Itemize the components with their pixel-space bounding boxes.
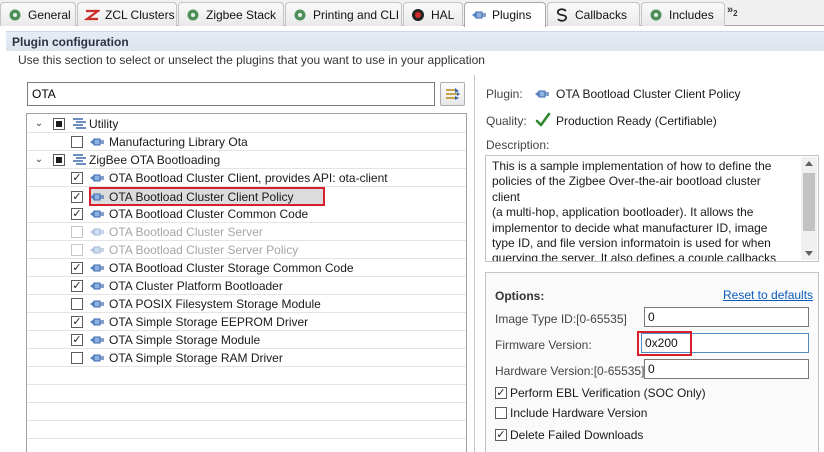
tree-checkbox xyxy=(71,244,83,256)
plugin-icon xyxy=(89,171,105,185)
general-tab-icon xyxy=(7,8,23,22)
tab-zigbee-stack[interactable]: Zigbee Stack xyxy=(178,2,284,26)
plugin-icon xyxy=(89,333,105,347)
tab-printing-cli[interactable]: Printing and CLI xyxy=(285,2,402,26)
quality-label: Quality: xyxy=(486,114,527,128)
tree-checkbox[interactable] xyxy=(53,118,65,130)
plugin-name: OTA Bootload Cluster Client Policy xyxy=(556,87,741,101)
tree-item[interactable]: ✓ OTA Bootload Cluster Common Code xyxy=(27,205,466,223)
scroll-up-icon[interactable] xyxy=(805,161,813,166)
zigbee-stack-tab-icon xyxy=(185,8,201,22)
plugin-filter-input[interactable] xyxy=(27,82,435,106)
tree-checkbox[interactable]: ✓ xyxy=(71,334,83,346)
plugin-icon xyxy=(89,261,105,275)
image-type-id-input[interactable] xyxy=(644,307,809,327)
tree-item-disabled: OTA Bootload Cluster Server Policy xyxy=(27,241,466,259)
section-title: Plugin configuration xyxy=(6,31,824,51)
tree-checkbox[interactable] xyxy=(71,136,83,148)
plugin-tree: ⌄ Utility Manufacturing Library Ota ⌄ Zi… xyxy=(26,113,467,452)
quality-value: Production Ready (Certifiable) xyxy=(556,114,717,128)
tree-item[interactable]: ✓ OTA Simple Storage Module xyxy=(27,331,466,349)
tree-checkbox[interactable]: ✓ xyxy=(71,280,83,292)
tree-checkbox[interactable]: ✓ xyxy=(71,172,83,184)
collapse-chevron-icon[interactable]: ⌄ xyxy=(33,154,45,166)
tab-general[interactable]: General xyxy=(0,2,76,26)
tree-checkbox[interactable]: ✓ xyxy=(71,316,83,328)
plugin-icon xyxy=(89,225,105,239)
firmware-version-label: Firmware Version: xyxy=(495,338,592,352)
includes-tab-icon xyxy=(648,8,664,22)
callbacks-tab-icon xyxy=(554,7,570,22)
tree-empty-row xyxy=(27,385,466,403)
tree-group-utility[interactable]: ⌄ Utility xyxy=(27,115,466,133)
filter-arrows-icon xyxy=(445,87,461,101)
scrollbar-thumb[interactable] xyxy=(803,173,815,231)
plugin-group-icon xyxy=(71,117,87,131)
scroll-down-icon[interactable] xyxy=(805,251,813,256)
tree-checkbox[interactable] xyxy=(71,352,83,364)
tree-checkbox[interactable]: ✓ xyxy=(71,262,83,274)
tab-zcl-clusters[interactable]: ZCL Clusters xyxy=(77,2,177,26)
description-scrollbar[interactable] xyxy=(801,157,817,260)
tree-empty-row xyxy=(27,403,466,421)
tab-callbacks[interactable]: Callbacks xyxy=(547,2,640,26)
plugins-tab-icon xyxy=(471,8,487,22)
tree-item[interactable]: ✓ OTA Bootload Cluster Client, provides … xyxy=(27,169,466,187)
tree-checkbox[interactable]: ✓ xyxy=(71,191,83,203)
collapse-chevron-icon[interactable]: ⌄ xyxy=(33,118,45,130)
plugin-icon xyxy=(89,297,105,311)
editor-tab-bar: General ZCL Clusters Zigbee Stack Printi… xyxy=(0,0,824,27)
tree-empty-row xyxy=(27,421,466,439)
description-text: This is a sample implementation of how t… xyxy=(492,159,777,262)
option-checkbox[interactable]: ✓ xyxy=(495,387,507,399)
tree-item[interactable]: ✓ OTA Simple Storage EEPROM Driver xyxy=(27,313,466,331)
tree-item[interactable]: OTA POSIX Filesystem Storage Module xyxy=(27,295,466,313)
tree-checkbox[interactable] xyxy=(53,154,65,166)
plugin-icon xyxy=(89,351,105,365)
tab-plugins[interactable]: Plugins xyxy=(464,2,546,27)
plugin-group-icon xyxy=(71,153,87,167)
plugin-icon xyxy=(89,315,105,329)
tree-checkbox[interactable] xyxy=(71,298,83,310)
tree-checkbox xyxy=(71,226,83,238)
tab-overflow-button[interactable]: »2 xyxy=(727,4,738,18)
plugin-icon xyxy=(89,190,105,204)
filter-options-button[interactable] xyxy=(440,82,465,106)
plugin-label: Plugin: xyxy=(486,87,523,101)
tree-item[interactable]: OTA Simple Storage RAM Driver xyxy=(27,349,466,367)
hardware-version-input[interactable] xyxy=(644,359,809,379)
option-checkbox[interactable]: ✓ xyxy=(495,429,507,441)
tree-item-disabled: OTA Bootload Cluster Server xyxy=(27,223,466,241)
plugin-icon xyxy=(89,207,105,221)
plugin-icon xyxy=(89,135,105,149)
tree-item[interactable]: Manufacturing Library Ota xyxy=(27,133,466,151)
zcl-clusters-tab-icon xyxy=(84,8,100,22)
plugin-icon xyxy=(89,243,105,257)
tree-item[interactable]: ✓ OTA Bootload Cluster Storage Common Co… xyxy=(27,259,466,277)
tab-includes[interactable]: Includes xyxy=(641,2,725,26)
hardware-version-label: Hardware Version:[0-65535] xyxy=(495,364,645,378)
section-description: Use this section to select or unselect t… xyxy=(18,53,485,67)
reset-to-defaults-link[interactable]: Reset to defaults xyxy=(723,288,813,302)
plugin-icon xyxy=(534,87,550,101)
hal-tab-icon xyxy=(410,8,426,22)
tree-group-zigbee-ota[interactable]: ⌄ ZigBee OTA Bootloading xyxy=(27,151,466,169)
description-text-area[interactable]: This is a sample implementation of how t… xyxy=(485,155,819,262)
description-label: Description: xyxy=(486,138,550,152)
tree-item-selected[interactable]: ✓ OTA Bootload Cluster Client Policy xyxy=(27,188,466,206)
plugin-icon xyxy=(89,279,105,293)
checkmark-icon xyxy=(535,112,551,128)
options-title: Options: xyxy=(495,289,545,303)
tree-checkbox[interactable]: ✓ xyxy=(71,208,83,220)
tree-item[interactable]: ✓ OTA Cluster Platform Bootloader xyxy=(27,277,466,295)
tree-empty-row xyxy=(27,367,466,385)
tab-hal[interactable]: HAL xyxy=(403,2,463,26)
option-checkbox[interactable] xyxy=(495,407,507,419)
printing-cli-tab-icon xyxy=(292,8,308,22)
image-type-id-label: Image Type ID:[0-65535] xyxy=(495,312,627,326)
firmware-version-highlight xyxy=(637,331,692,356)
